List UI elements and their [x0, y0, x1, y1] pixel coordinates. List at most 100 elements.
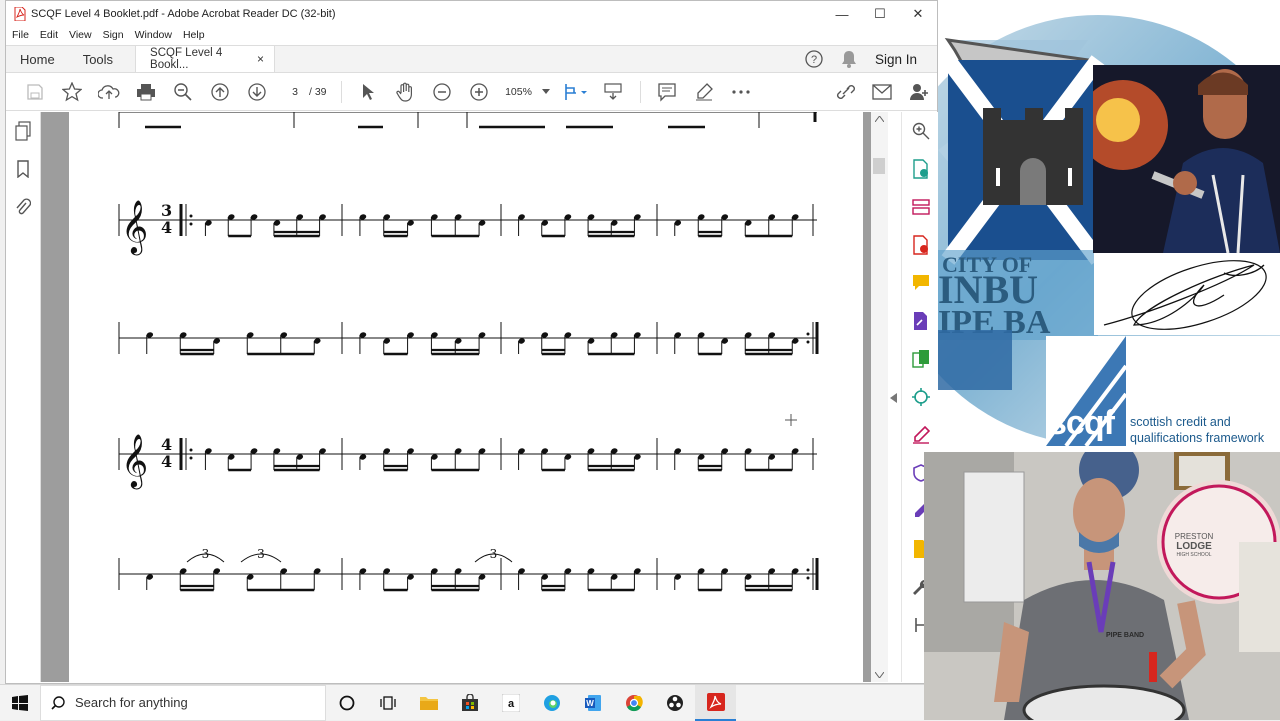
select-cursor-icon[interactable]	[350, 77, 387, 107]
edge-browser-icon[interactable]	[531, 685, 572, 721]
email-icon[interactable]	[863, 77, 900, 107]
fill-sign-icon[interactable]	[902, 416, 939, 454]
amazon-icon[interactable]: a	[490, 685, 531, 721]
task-view-icon[interactable]	[367, 685, 408, 721]
scroll-down-arrow-icon[interactable]	[875, 672, 884, 678]
pdf-page: 𝄞 3 4 𝄞 4 4 3 3 3	[69, 112, 863, 682]
chrome-icon[interactable]	[613, 685, 654, 721]
webcam-feed: PRESTON LODGE HIGH SCHOOL PIPE BAND	[924, 452, 1280, 720]
microsoft-store-icon[interactable]	[449, 685, 490, 721]
obs-studio-icon[interactable]	[654, 685, 695, 721]
acrobat-pdf-icon	[14, 7, 26, 21]
repeat-dot	[189, 456, 193, 460]
scrollbar-thumb[interactable]	[873, 158, 885, 174]
page-display-icon[interactable]	[558, 77, 595, 107]
highlight-pen-icon[interactable]	[686, 77, 723, 107]
vertical-scrollbar[interactable]	[871, 112, 888, 682]
close-button[interactable]: ✕	[899, 6, 937, 22]
chevron-down-icon	[541, 89, 550, 94]
hand-tool-icon[interactable]	[387, 77, 424, 107]
menu-bar: File Edit View Sign Window Help	[6, 27, 937, 43]
tab-close-icon[interactable]: ×	[257, 52, 264, 66]
treble-clef-icon: 𝄞	[121, 433, 148, 489]
more-tools-icon[interactable]	[723, 77, 760, 107]
repeat-dot	[189, 222, 193, 226]
edit-pdf-icon[interactable]	[902, 302, 939, 340]
repeat-dot	[806, 332, 810, 336]
tab-home[interactable]: Home	[6, 46, 69, 72]
zoom-out-search-icon[interactable]	[164, 77, 201, 107]
current-page-input[interactable]: 3	[281, 85, 309, 99]
triplet-number: 3	[490, 547, 498, 561]
tab-document-label: SCQF Level 4 Bookl...	[150, 47, 223, 71]
zoom-in-icon[interactable]	[461, 77, 498, 107]
previous-page-icon[interactable]	[201, 77, 238, 107]
repeat-dot	[806, 568, 810, 572]
right-panel-collapse-arrow[interactable]	[890, 390, 898, 408]
scqf-tagline-line1: scottish credit and	[1130, 415, 1231, 429]
crosshair-cursor-icon	[785, 414, 797, 426]
print-icon[interactable]	[127, 77, 164, 107]
svg-text:a: a	[507, 698, 514, 710]
total-pages: / 39	[309, 85, 327, 98]
organize-pages-icon[interactable]	[902, 188, 939, 226]
upload-cloud-icon[interactable]	[90, 77, 127, 107]
comment-tool-icon[interactable]	[902, 264, 939, 302]
document-viewport[interactable]: 𝄞 3 4 𝄞 4 4 3 3 3	[41, 112, 871, 682]
window-title: SCQF Level 4 Booklet.pdf - Adobe Acrobat…	[31, 8, 336, 20]
add-user-icon[interactable]	[900, 77, 937, 107]
word-icon[interactable]: W	[572, 685, 613, 721]
page-thumbnails-icon[interactable]	[6, 112, 40, 150]
school-badge-line3: HIGH SCHOOL	[1176, 552, 1212, 558]
bookmark-icon[interactable]	[6, 150, 40, 188]
file-explorer-icon[interactable]	[408, 685, 449, 721]
scroll-up-arrow-icon[interactable]	[875, 116, 884, 122]
next-page-icon[interactable]	[238, 77, 275, 107]
school-badge-line2: LODGE	[1176, 541, 1212, 552]
cortana-icon[interactable]	[326, 685, 367, 721]
triplet-number: 3	[257, 547, 265, 561]
minimize-button[interactable]: —	[823, 7, 861, 22]
toolbar: 3 / 39 105%	[6, 73, 937, 111]
svg-text:?: ?	[811, 54, 817, 66]
save-icon[interactable]	[16, 77, 53, 107]
repeat-dot	[806, 576, 810, 580]
windows-taskbar: Search for anything a W	[0, 684, 924, 721]
zoom-out-icon[interactable]	[424, 77, 461, 107]
left-sidebar	[6, 112, 55, 682]
menu-help[interactable]: Help	[183, 29, 205, 41]
menu-view[interactable]: View	[69, 29, 92, 41]
menu-file[interactable]: File	[12, 29, 29, 41]
repeat-dot	[189, 448, 193, 452]
comment-icon[interactable]	[649, 77, 686, 107]
scroll-mode-icon[interactable]	[595, 77, 632, 107]
export-pdf-icon[interactable]	[902, 150, 939, 188]
tab-document[interactable]: SCQF Level 4 Bookl... ×	[135, 46, 276, 72]
menu-sign[interactable]: Sign	[103, 29, 124, 41]
help-icon[interactable]: ?	[805, 50, 823, 68]
zoom-dropdown[interactable]: 105%	[498, 86, 558, 98]
share-link-icon[interactable]	[826, 77, 863, 107]
enhance-scan-icon[interactable]	[902, 378, 939, 416]
taskbar-search-box[interactable]: Search for anything	[40, 684, 326, 721]
sheet-music: 𝄞 34𝄞 443 3 3	[118, 112, 819, 592]
signature-image	[1094, 253, 1280, 335]
bookmark-star-icon[interactable]	[53, 77, 90, 107]
notification-bell-icon[interactable]	[841, 50, 857, 68]
menu-window[interactable]: Window	[135, 29, 172, 41]
maximize-button[interactable]: ☐	[861, 6, 899, 22]
sign-in-button[interactable]: Sign In	[875, 52, 917, 67]
windows-start-icon[interactable]	[0, 694, 40, 711]
treble-clef-icon: 𝄞	[121, 199, 148, 255]
search-zoom-icon[interactable]	[902, 112, 939, 150]
presenter-video-image	[924, 452, 1280, 720]
acrobat-reader-icon[interactable]	[695, 684, 736, 721]
tab-tools[interactable]: Tools	[69, 46, 127, 72]
scqf-tagline: scottish credit and qualifications frame…	[1130, 414, 1264, 446]
tab-bar: Home Tools SCQF Level 4 Bookl... × ? Sig…	[6, 45, 937, 73]
create-pdf-icon[interactable]	[902, 226, 939, 264]
menu-edit[interactable]: Edit	[40, 29, 58, 41]
compare-files-icon[interactable]	[902, 340, 939, 378]
attachment-paperclip-icon[interactable]	[6, 188, 40, 226]
toolbar-divider	[340, 80, 342, 103]
